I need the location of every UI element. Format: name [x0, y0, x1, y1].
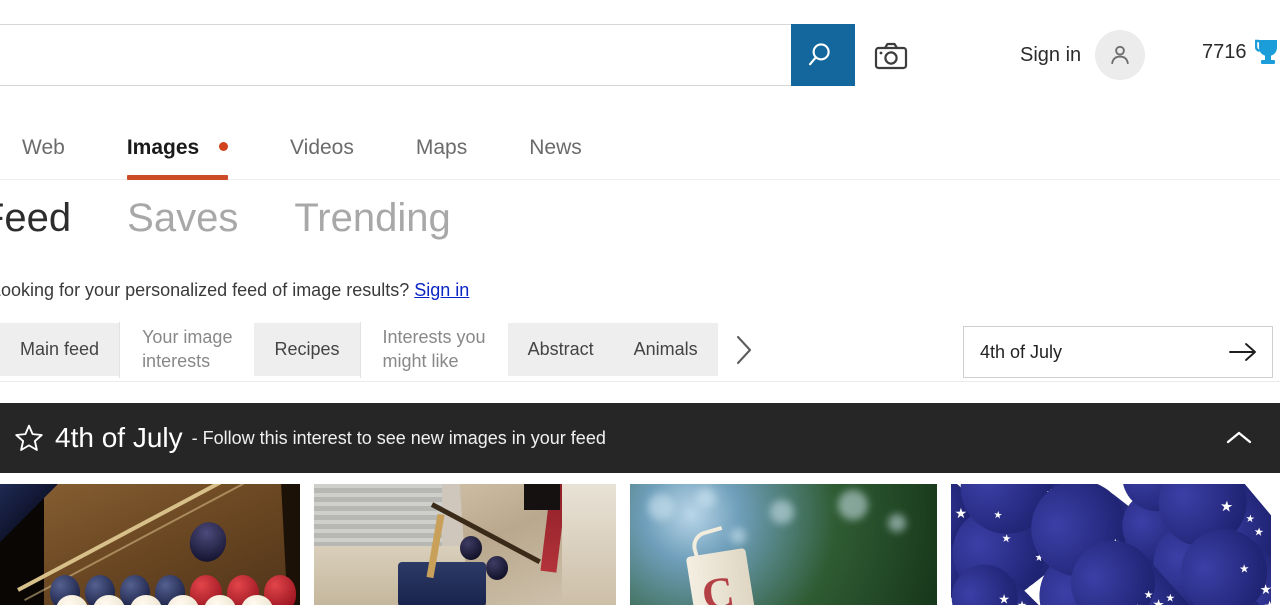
heart-shape: ★★★★★★★: [1195, 540, 1271, 605]
tab-videos[interactable]: Videos: [290, 118, 354, 180]
tab-videos-label: Videos: [290, 136, 354, 159]
tab-images-label: Images: [127, 136, 199, 159]
star-outline-icon: [14, 423, 44, 453]
account-area: Sign in: [1020, 30, 1145, 80]
person-icon: [1107, 42, 1133, 68]
primary-nav: Web Images Videos Maps News: [0, 118, 1280, 180]
image-result-thumbnail[interactable]: [0, 484, 300, 605]
star-glyph: ★: [1244, 515, 1254, 526]
search-box[interactable]: [0, 24, 791, 86]
sign-in-button[interactable]: Sign in: [1020, 44, 1081, 67]
search-icon: [808, 40, 838, 70]
chip-main-feed[interactable]: Main feed: [0, 323, 119, 376]
rewards-points: 7716: [1202, 41, 1247, 64]
search-bar: [0, 24, 855, 86]
image-result-thumbnail[interactable]: ★★★★★★★★★★★★★★★★★★★★★★★★★★★★★★★★★★★★★★★★…: [951, 484, 1271, 605]
chevron-up-icon: [1224, 428, 1254, 448]
active-tab-underline: [127, 175, 228, 180]
avatar[interactable]: [1095, 30, 1145, 80]
arrow-right-icon: [1228, 341, 1258, 363]
tab-web-label: Web: [22, 136, 65, 159]
chip-group-your-image-interests: Your image interests: [120, 326, 254, 372]
image-result-thumbnail[interactable]: C: [630, 484, 937, 605]
star-glyph: ★: [1152, 598, 1165, 605]
interest-banner-collapse-button[interactable]: [1222, 421, 1256, 455]
chips-next-button[interactable]: [718, 333, 770, 367]
interest-banner: 4th of July - Follow this interest to se…: [0, 403, 1280, 473]
rewards-area[interactable]: 7716: [1202, 38, 1280, 66]
interest-search-box[interactable]: [963, 326, 1273, 378]
feed-tab-saves[interactable]: Saves: [127, 196, 238, 241]
chip-group-interests-you-might-like: Interests you might like: [361, 326, 508, 372]
visual-search-button[interactable]: [870, 38, 912, 74]
chevron-right-icon: [734, 333, 754, 367]
tab-images[interactable]: Images: [127, 118, 228, 180]
chip-abstract[interactable]: Abstract: [508, 323, 614, 376]
feed-tab-trending[interactable]: Trending: [294, 196, 450, 241]
tab-news-label: News: [529, 136, 582, 159]
tab-news[interactable]: News: [529, 118, 582, 180]
interest-search-input[interactable]: [978, 341, 1226, 364]
feed-section-tabs: Feed Saves Trending: [0, 196, 451, 241]
personalized-feed-note: Looking for your personalized feed of im…: [0, 280, 469, 301]
interest-banner-subtitle: - Follow this interest to see new images…: [192, 428, 606, 449]
chip-animals[interactable]: Animals: [614, 323, 718, 376]
image-result-thumbnail[interactable]: [314, 484, 616, 605]
images-feed-page: Sign in 7716 Web Images Videos Maps News…: [0, 0, 1280, 605]
interest-search-submit[interactable]: [1226, 335, 1260, 369]
chip-recipes[interactable]: Recipes: [254, 323, 359, 376]
star-glyph: ★: [1017, 601, 1027, 605]
feed-note-sign-in-link[interactable]: Sign in: [414, 280, 469, 300]
camera-icon: [874, 42, 908, 70]
rewards-trophy-icon: [1255, 38, 1280, 66]
tab-maps-label: Maps: [416, 136, 467, 159]
tab-web[interactable]: Web: [22, 118, 65, 180]
search-button[interactable]: [791, 24, 855, 86]
search-input[interactable]: [0, 43, 775, 67]
search-header: Sign in 7716: [0, 0, 1280, 110]
follow-interest-button[interactable]: [14, 423, 44, 453]
image-results-strip: C ★★★★★★★★★★★★★★★★★★★★★★★★★★★★★★★★★★★★★★…: [0, 484, 1280, 605]
star-glyph: ★: [1253, 528, 1264, 540]
personalized-feed-note-text: Looking for your personalized feed of im…: [0, 280, 414, 300]
new-content-dot-icon: [219, 142, 228, 151]
feed-tab-feed[interactable]: Feed: [0, 196, 71, 241]
star-glyph: ★: [1165, 593, 1175, 604]
star-glyph: ★: [1264, 599, 1271, 605]
star-glyph: ★: [1269, 583, 1271, 596]
tab-maps[interactable]: Maps: [416, 118, 467, 180]
interest-banner-title: 4th of July: [55, 422, 183, 454]
